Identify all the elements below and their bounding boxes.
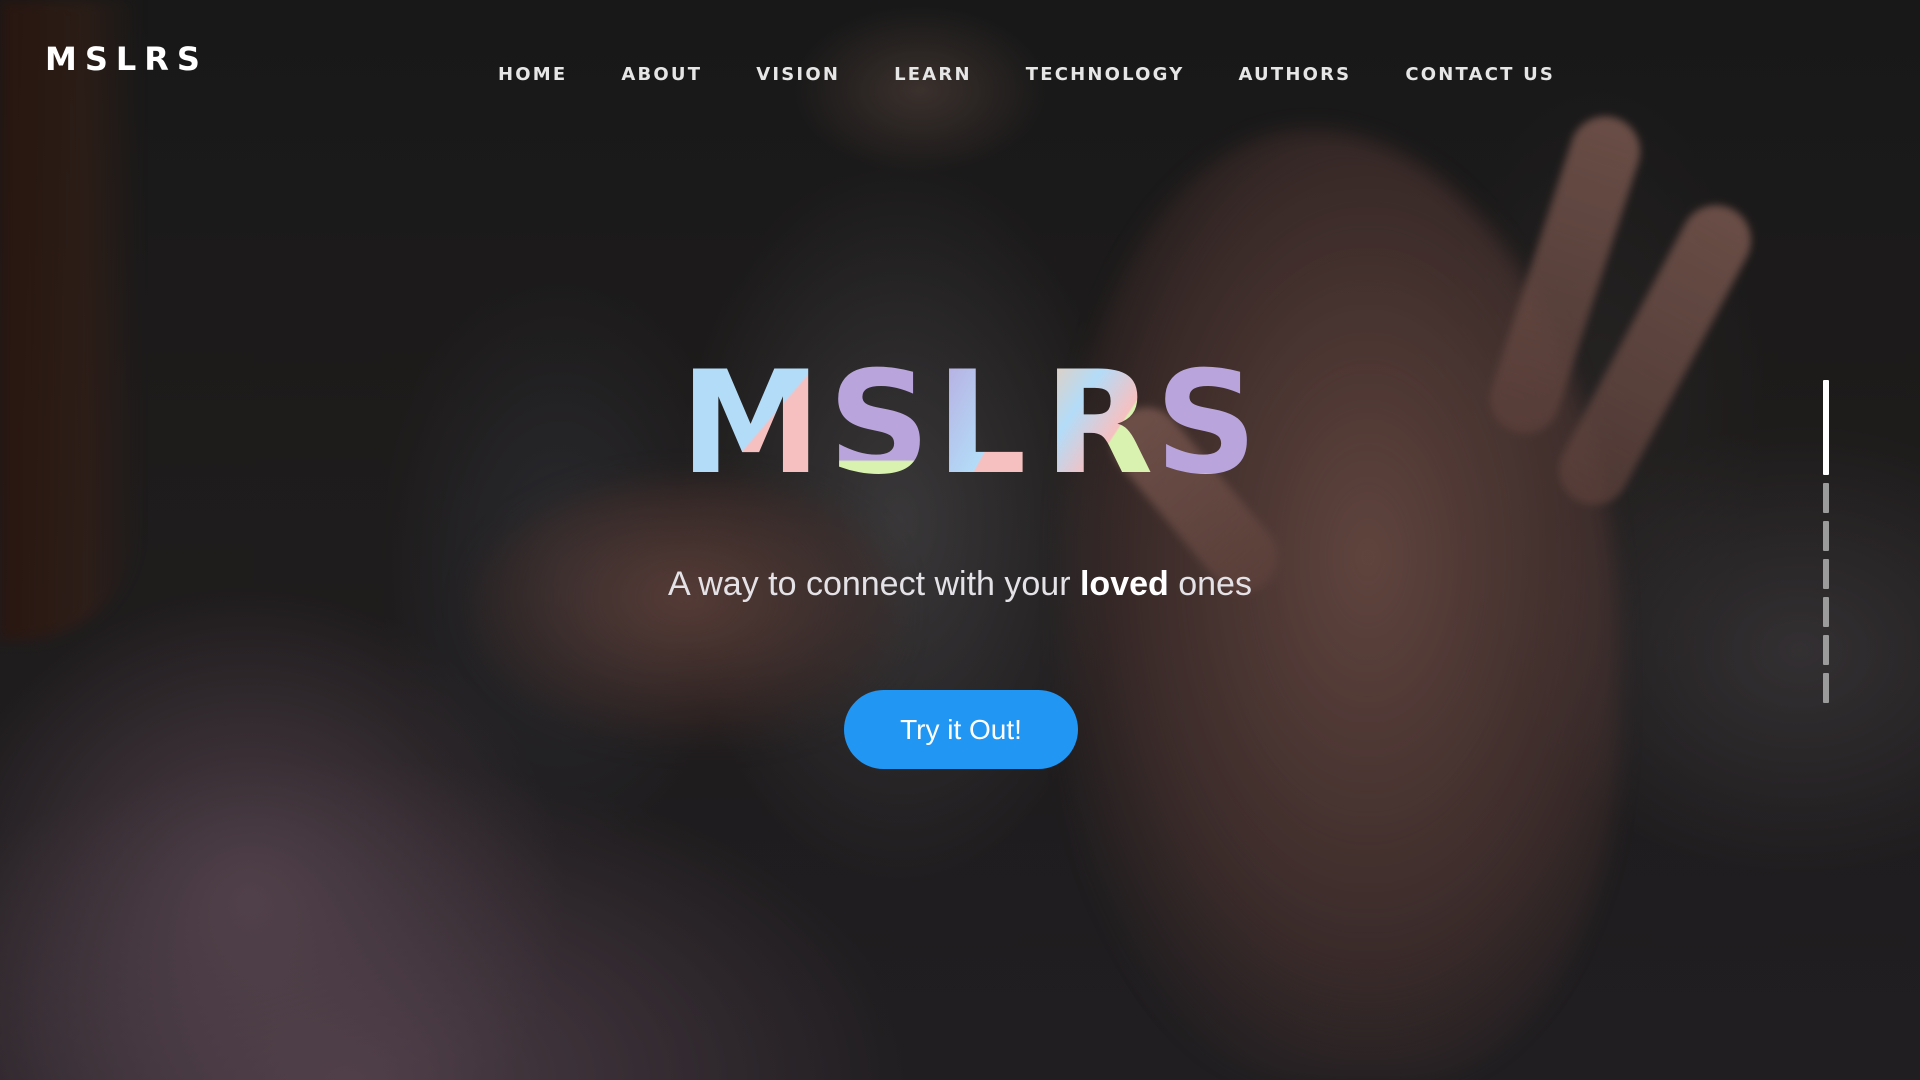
section-indicator-item-6[interactable] xyxy=(1823,635,1829,665)
section-indicator-item-5[interactable] xyxy=(1823,597,1829,627)
nav-item-vision[interactable]: VISION xyxy=(756,64,840,85)
section-indicator-item-2[interactable] xyxy=(1823,483,1829,513)
section-indicator-item-7[interactable] xyxy=(1823,673,1829,703)
hero-page: MSLRS HOME ABOUT VISION LEARN TECHNOLOGY… xyxy=(0,0,1920,1080)
nav-item-contact-us[interactable]: CONTACT US xyxy=(1405,64,1555,85)
section-indicator-item-4[interactable] xyxy=(1823,559,1829,589)
try-it-out-button[interactable]: Try it Out! xyxy=(844,690,1078,769)
main-nav: HOME ABOUT VISION LEARN TECHNOLOGY AUTHO… xyxy=(498,64,1555,85)
hero-title: M S L R S xyxy=(680,355,1257,485)
nav-item-about[interactable]: ABOUT xyxy=(621,64,702,85)
site-logo[interactable]: MSLRS xyxy=(45,40,208,78)
nav-item-authors[interactable]: AUTHORS xyxy=(1238,64,1351,85)
hero-title-letter: S xyxy=(828,355,930,485)
tagline-prefix: A way to connect with your xyxy=(668,565,1080,603)
nav-item-technology[interactable]: TECHNOLOGY xyxy=(1026,64,1185,85)
nav-item-home[interactable]: HOME xyxy=(498,64,567,85)
section-indicator-item-3[interactable] xyxy=(1823,521,1829,551)
hero-title-letter: R xyxy=(1044,355,1153,485)
section-indicator xyxy=(1823,380,1831,711)
hero-title-letter: M xyxy=(680,355,821,485)
tagline-suffix: ones xyxy=(1168,565,1252,603)
hero-title-letter: S xyxy=(1155,355,1257,485)
nav-item-learn[interactable]: LEARN xyxy=(894,64,972,85)
section-indicator-item-1[interactable] xyxy=(1823,380,1829,475)
dark-overlay xyxy=(0,0,1920,1080)
hero-title-letter: L xyxy=(936,355,1026,485)
hero-tagline: A way to connect with your loved ones xyxy=(0,565,1920,604)
tagline-emphasis: loved xyxy=(1079,565,1169,603)
